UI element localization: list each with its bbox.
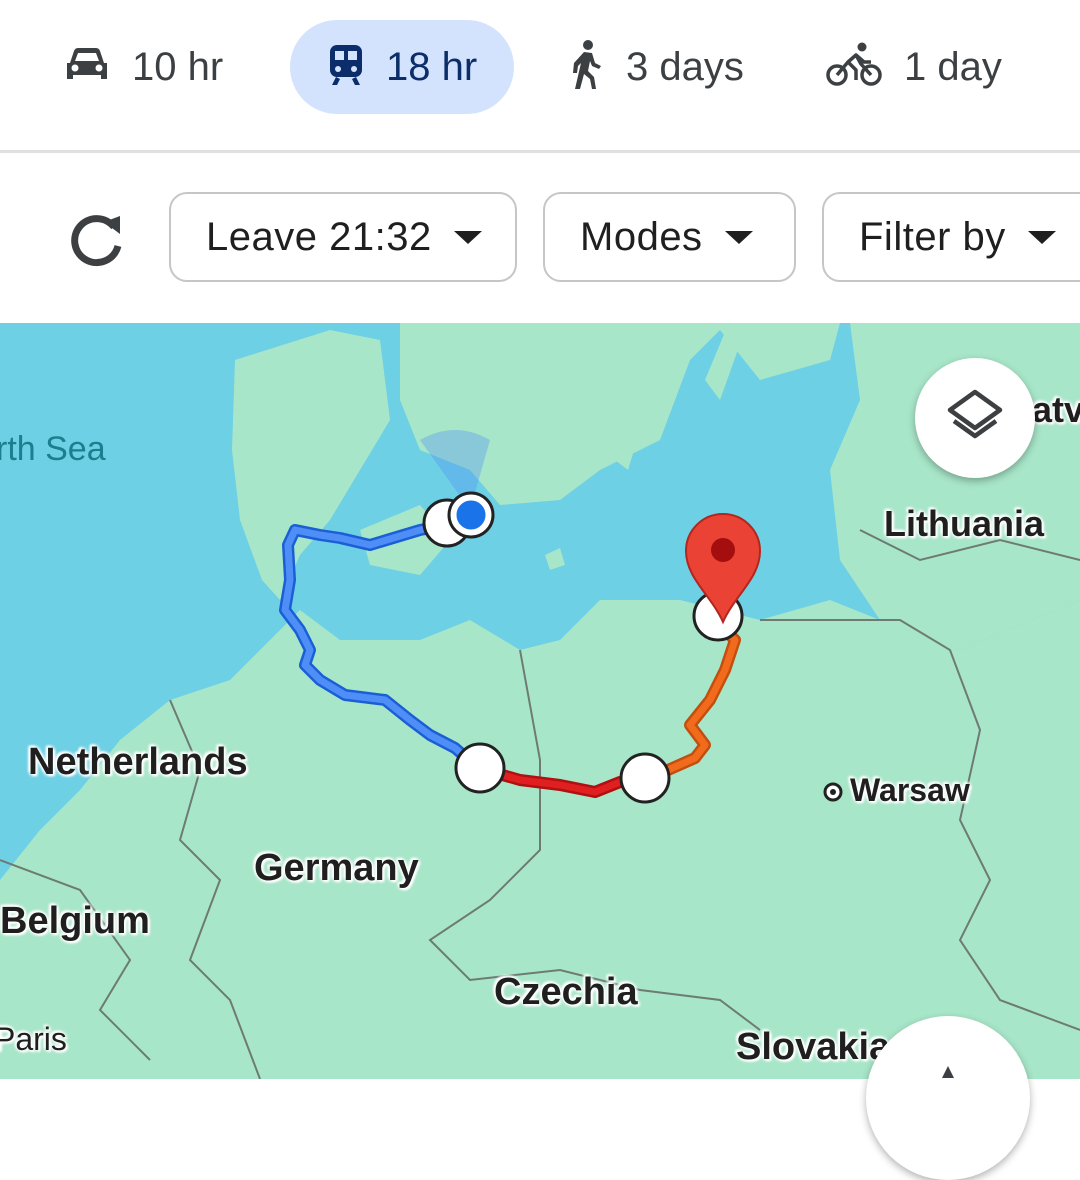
refresh-icon[interactable] — [64, 210, 128, 274]
filter-by-dropdown[interactable]: Filter by — [822, 192, 1080, 282]
chevron-down-icon — [724, 230, 753, 244]
layers-icon — [946, 388, 1004, 449]
driving-duration: 10 hr — [132, 44, 224, 89]
city-dot-center — [830, 789, 836, 795]
paris-label: Paris — [0, 1021, 67, 1057]
mode-walking[interactable]: 3 days — [566, 20, 744, 114]
walking-person-icon — [566, 39, 604, 96]
mode-transit[interactable]: 18 hr — [290, 20, 514, 114]
train-icon — [328, 43, 364, 92]
compass-button[interactable] — [866, 1016, 1030, 1180]
leave-time-label: Leave 21:32 — [206, 214, 432, 259]
transfer-stop[interactable] — [619, 752, 671, 804]
filter-by-label: Filter by — [859, 214, 1006, 259]
slovakia-label: Slovakia — [736, 1026, 891, 1068]
chevron-down-icon — [453, 230, 482, 244]
travel-mode-bar: 10 hr 18 hr 3 days 1 day — [0, 0, 1080, 152]
lithuania-label: Lithuania — [884, 503, 1044, 544]
bicycle-icon — [826, 42, 882, 93]
netherlands-label: Netherlands — [28, 741, 248, 783]
modes-dropdown[interactable]: Modes — [543, 192, 796, 282]
layers-button[interactable] — [915, 358, 1035, 478]
compass-icon — [928, 1064, 968, 1089]
north-sea-label: rth Sea — [0, 430, 106, 468]
czechia-label: Czechia — [494, 971, 638, 1013]
mode-cycling[interactable]: 1 day — [826, 20, 1002, 114]
transfer-stop[interactable] — [454, 742, 506, 794]
transit-duration: 18 hr — [386, 44, 478, 89]
cycling-duration: 1 day — [904, 44, 1002, 89]
walking-duration: 3 days — [626, 44, 744, 89]
warsaw-label: Warsaw — [850, 772, 970, 808]
leave-time-dropdown[interactable]: Leave 21:32 — [169, 192, 517, 282]
chevron-down-icon — [1027, 230, 1056, 244]
belgium-label: Belgium — [0, 900, 150, 942]
modes-label: Modes — [580, 214, 703, 259]
car-icon — [64, 45, 110, 90]
mode-driving[interactable]: 10 hr — [64, 20, 223, 114]
latvia-label: atv — [1032, 389, 1080, 430]
germany-label: Germany — [254, 847, 419, 889]
current-location-dot[interactable] — [453, 497, 489, 533]
